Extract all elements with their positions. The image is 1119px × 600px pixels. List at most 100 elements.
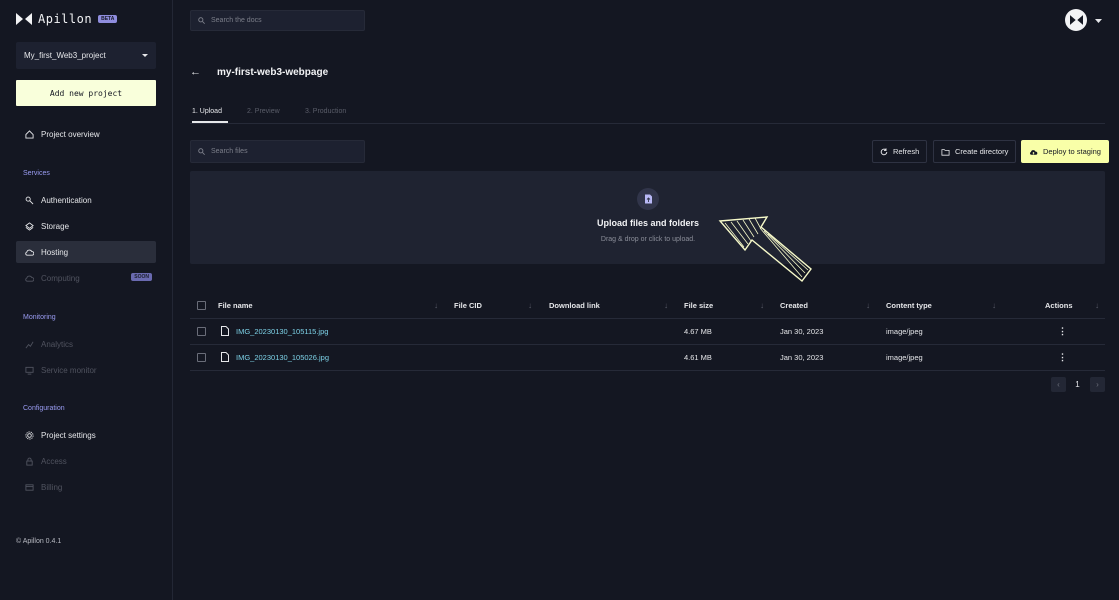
storage-icon — [25, 221, 34, 231]
sidebar-item-project-settings[interactable]: Project settings — [16, 424, 156, 446]
col-created[interactable]: Created — [780, 301, 808, 310]
file-size: 4.67 MB — [684, 327, 712, 336]
sidebar-item-service-monitor: Service monitor — [16, 359, 156, 381]
col-file-name[interactable]: File name — [218, 301, 253, 310]
cloud-icon — [25, 275, 34, 282]
section-label-services: Services — [23, 170, 50, 177]
sort-arrow-icon[interactable]: ↓ — [434, 301, 438, 310]
create-directory-button[interactable]: Create directory — [933, 140, 1017, 163]
pointer-arrow-icon — [718, 216, 812, 283]
table-row[interactable]: IMG_20230130_105115.jpg 4.67 MB Jan 30, … — [190, 319, 1105, 345]
sidebar-item-label: Billing — [41, 482, 63, 492]
sidebar-item-authentication[interactable]: Authentication — [16, 189, 156, 211]
file-name-link[interactable]: IMG_20230130_105026.jpg — [236, 353, 329, 362]
deploy-to-staging-button[interactable]: Deploy to staging — [1021, 140, 1109, 163]
sidebar-item-label: Analytics — [41, 339, 74, 349]
sidebar-item-analytics: Analytics — [16, 333, 156, 355]
refresh-button[interactable]: Refresh — [872, 140, 928, 163]
app-version: © Apillon 0.4.1 — [16, 538, 62, 545]
project-select-value: My_first_Web3_project — [24, 51, 106, 60]
sort-arrow-icon[interactable]: ↓ — [866, 301, 870, 310]
user-avatar[interactable] — [1065, 9, 1087, 31]
tab-preview[interactable]: 2. Preview — [247, 108, 280, 115]
home-icon — [25, 129, 34, 139]
sidebar-item-label: Computing — [41, 273, 80, 283]
more-actions-icon[interactable]: ⋮ — [1058, 352, 1067, 363]
col-file-size[interactable]: File size — [684, 301, 713, 310]
table-header-row: File name ↓ File CID ↓ Download link ↓ F… — [190, 293, 1105, 319]
sidebar-item-label: Hosting — [41, 247, 69, 257]
sidebar-item-access: Access — [16, 450, 156, 472]
content-type: image/jpeg — [886, 327, 923, 336]
tab-upload[interactable]: 1. Upload — [192, 108, 222, 115]
page-title: my-first-web3-webpage — [217, 67, 329, 78]
project-select[interactable]: My_first_Web3_project — [16, 42, 156, 69]
table-row[interactable]: IMG_20230130_105026.jpg 4.61 MB Jan 30, … — [190, 345, 1105, 371]
credit-card-icon — [25, 483, 34, 491]
sidebar-item-storage[interactable]: Storage — [16, 215, 156, 237]
sidebar-item-label: Project overview — [41, 129, 100, 139]
sidebar-item-computing: Computing SOON — [16, 267, 156, 289]
sort-arrow-icon[interactable]: ↓ — [528, 301, 532, 310]
key-icon — [25, 196, 34, 204]
gear-icon — [25, 430, 34, 440]
upload-file-icon — [637, 188, 659, 210]
select-all-checkbox[interactable] — [197, 301, 206, 310]
cloud-icon — [25, 249, 34, 256]
file-name-link[interactable]: IMG_20230130_105115.jpg — [236, 327, 328, 336]
sidebar-item-label: Access — [41, 456, 67, 466]
created-date: Jan 30, 2023 — [780, 327, 824, 336]
soon-badge: SOON — [131, 273, 152, 281]
row-checkbox[interactable] — [197, 327, 206, 336]
active-tab-indicator — [192, 121, 228, 123]
more-actions-icon[interactable]: ⋮ — [1058, 326, 1067, 337]
tabs: 1. Upload 2. Preview 3. Production — [190, 106, 1105, 124]
pagination-prev-button[interactable]: ‹ — [1051, 377, 1066, 392]
created-date: Jan 30, 2023 — [780, 353, 824, 362]
pagination-next-button[interactable]: › — [1090, 377, 1105, 392]
refresh-label: Refresh — [893, 147, 920, 156]
deploy-label: Deploy to staging — [1043, 147, 1101, 156]
sidebar-item-label: Storage — [41, 221, 70, 231]
folder-plus-icon — [941, 148, 950, 156]
sidebar-item-hosting[interactable]: Hosting — [16, 241, 156, 263]
beta-badge: BETA — [98, 15, 118, 23]
sort-arrow-icon[interactable]: ↓ — [664, 301, 668, 310]
file-size: 4.61 MB — [684, 353, 712, 362]
file-icon — [221, 326, 229, 336]
pagination-current-page[interactable]: 1 — [1070, 377, 1085, 392]
sort-arrow-icon[interactable]: ↓ — [992, 301, 996, 310]
col-file-cid[interactable]: File CID — [454, 301, 482, 310]
file-icon — [221, 352, 229, 362]
add-new-project-button[interactable]: Add new project — [16, 80, 156, 106]
app-logo[interactable]: Apillon BETA — [16, 12, 118, 26]
sidebar-item-label: Project settings — [41, 430, 96, 440]
row-checkbox[interactable] — [197, 353, 206, 362]
create-directory-label: Create directory — [955, 147, 1009, 156]
sort-arrow-icon[interactable]: ↓ — [760, 301, 764, 310]
sidebar-item-project-overview[interactable]: Project overview — [16, 123, 156, 145]
lock-icon — [26, 457, 33, 466]
col-download-link[interactable]: Download link — [549, 301, 600, 310]
app-name: Apillon — [38, 12, 93, 26]
section-label-configuration: Configuration — [23, 405, 65, 412]
docs-search-placeholder: Search the docs — [211, 17, 262, 24]
search-icon — [198, 17, 205, 24]
cloud-upload-icon — [1029, 149, 1038, 155]
col-content-type[interactable]: Content type — [886, 301, 932, 310]
tab-production[interactable]: 3. Production — [305, 108, 346, 115]
sidebar-item-label: Service monitor — [41, 365, 97, 375]
docs-search-input[interactable]: Search the docs — [190, 10, 365, 31]
chart-icon — [25, 341, 34, 348]
col-actions: Actions — [1045, 301, 1073, 310]
file-search-input[interactable]: Search files — [190, 140, 365, 163]
chevron-down-icon — [142, 54, 148, 57]
monitor-icon — [25, 366, 34, 375]
sidebar-item-billing: Billing — [16, 476, 156, 498]
back-button[interactable]: ← — [190, 66, 201, 78]
sort-arrow-icon[interactable]: ↓ — [1095, 301, 1099, 310]
files-table: File name ↓ File CID ↓ Download link ↓ F… — [190, 293, 1105, 371]
apillon-logo-icon — [16, 13, 32, 25]
chevron-down-icon[interactable] — [1095, 19, 1102, 23]
search-icon — [198, 148, 205, 155]
